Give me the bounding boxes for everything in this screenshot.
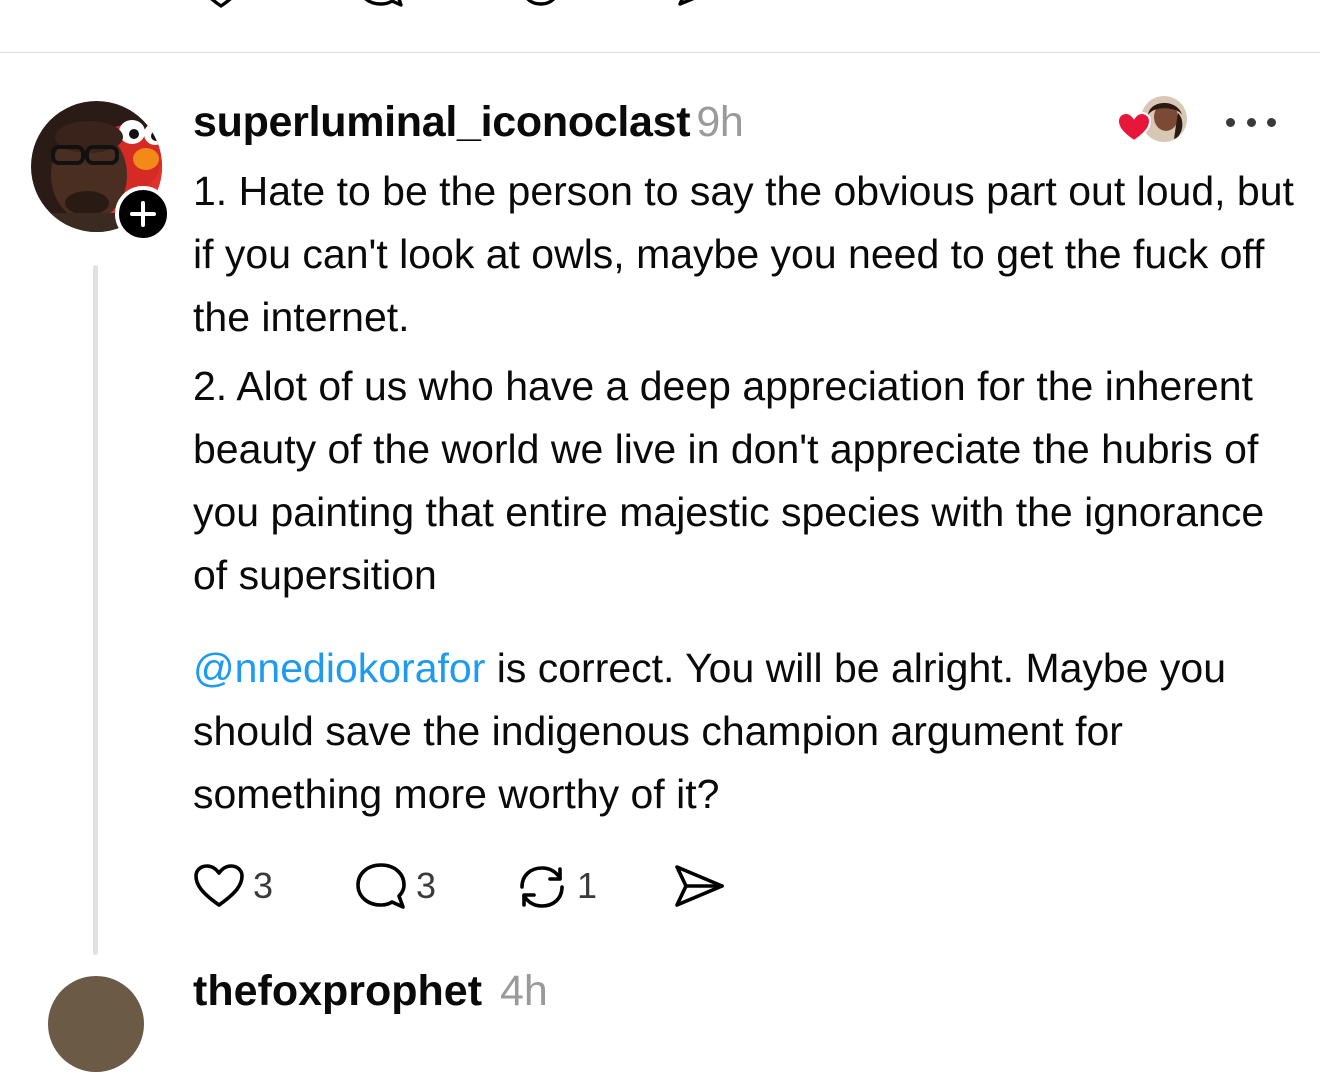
post-paragraph: 1. Hate to be the person to say the obvi…	[193, 168, 1294, 340]
send-icon[interactable]	[676, 0, 726, 10]
send-icon	[675, 865, 724, 907]
post-body: 1. Hate to be the person to say the obvi…	[193, 160, 1303, 826]
share-button[interactable]	[672, 856, 726, 916]
repost-icon[interactable]	[516, 0, 566, 10]
next-post-avatar[interactable]	[48, 976, 144, 1072]
reply-button[interactable]: 3	[354, 856, 436, 916]
like-button[interactable]: 3	[193, 856, 273, 916]
timestamp: 9h	[696, 98, 744, 146]
mention-link[interactable]: @nnediokorafor	[193, 645, 485, 691]
reply-count: 3	[416, 865, 437, 906]
more-dot	[1267, 117, 1276, 127]
next-timestamp: 4h	[500, 967, 548, 1015]
more-dot	[1226, 117, 1235, 127]
previous-post-actions	[0, 0, 1320, 50]
post-header: superluminal_iconoclast 9h	[193, 97, 744, 147]
liked-by-indicator[interactable]	[1116, 95, 1192, 147]
heart-icon[interactable]	[198, 0, 244, 10]
heart-icon	[194, 864, 244, 907]
comment-icon	[356, 863, 406, 909]
plus-icon	[130, 201, 156, 227]
next-username-link[interactable]: thefoxprophet	[193, 967, 482, 1015]
like-count: 3	[253, 865, 274, 906]
more-dot	[1246, 117, 1256, 127]
repost-icon	[520, 866, 564, 908]
repost-count: 1	[577, 865, 598, 906]
post-divider	[0, 52, 1320, 53]
follow-button[interactable]	[115, 186, 171, 242]
post-paragraph: 2. Alot of us who have a deep appreciati…	[193, 363, 1265, 598]
post-paragraph: @nnediokorafor is correct. You will be a…	[193, 637, 1303, 826]
next-post-header: thefoxprophet 4h	[193, 966, 548, 1016]
repost-button[interactable]: 1	[515, 856, 597, 916]
thread-line	[93, 265, 98, 955]
heart-badge-icon	[1116, 111, 1152, 143]
comment-icon[interactable]	[356, 0, 406, 10]
username-link[interactable]: superluminal_iconoclast	[193, 98, 691, 146]
more-icon[interactable]	[1226, 106, 1276, 138]
